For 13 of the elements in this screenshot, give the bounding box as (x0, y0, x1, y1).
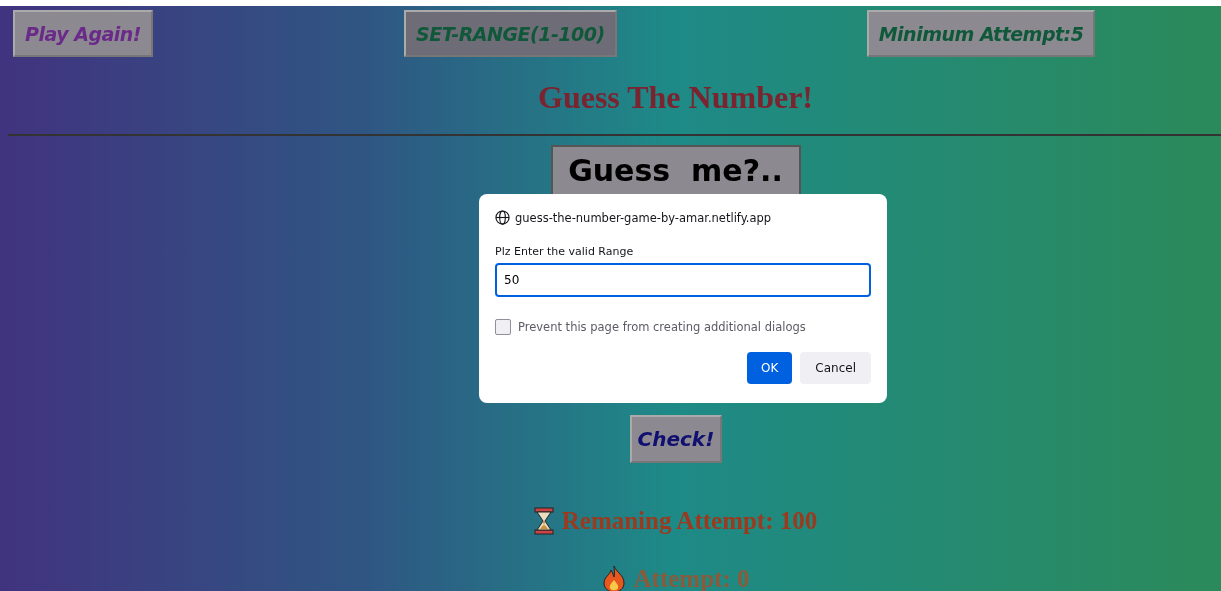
header-button[interactable]: Play Again! (13, 10, 153, 57)
remaining-attempts: Remaning Attempt: 100 (561, 507, 818, 535)
fire-icon (601, 565, 626, 591)
prevent-checkbox[interactable] (495, 319, 511, 335)
page-title: Guess The Number! (538, 79, 813, 116)
header-button[interactable]: Minimum Attempt:5 (866, 10, 1096, 57)
checkbox-label: Prevent this page from creating additional dialogs (518, 320, 806, 334)
ok-button[interactable]: OK (747, 352, 793, 384)
range-input-field[interactable]: 50 (495, 263, 871, 297)
globe-icon (495, 210, 510, 225)
check-button[interactable]: Check! (629, 415, 722, 463)
cancel-button[interactable]: Cancel (800, 352, 871, 384)
hourglass-icon (533, 507, 554, 535)
